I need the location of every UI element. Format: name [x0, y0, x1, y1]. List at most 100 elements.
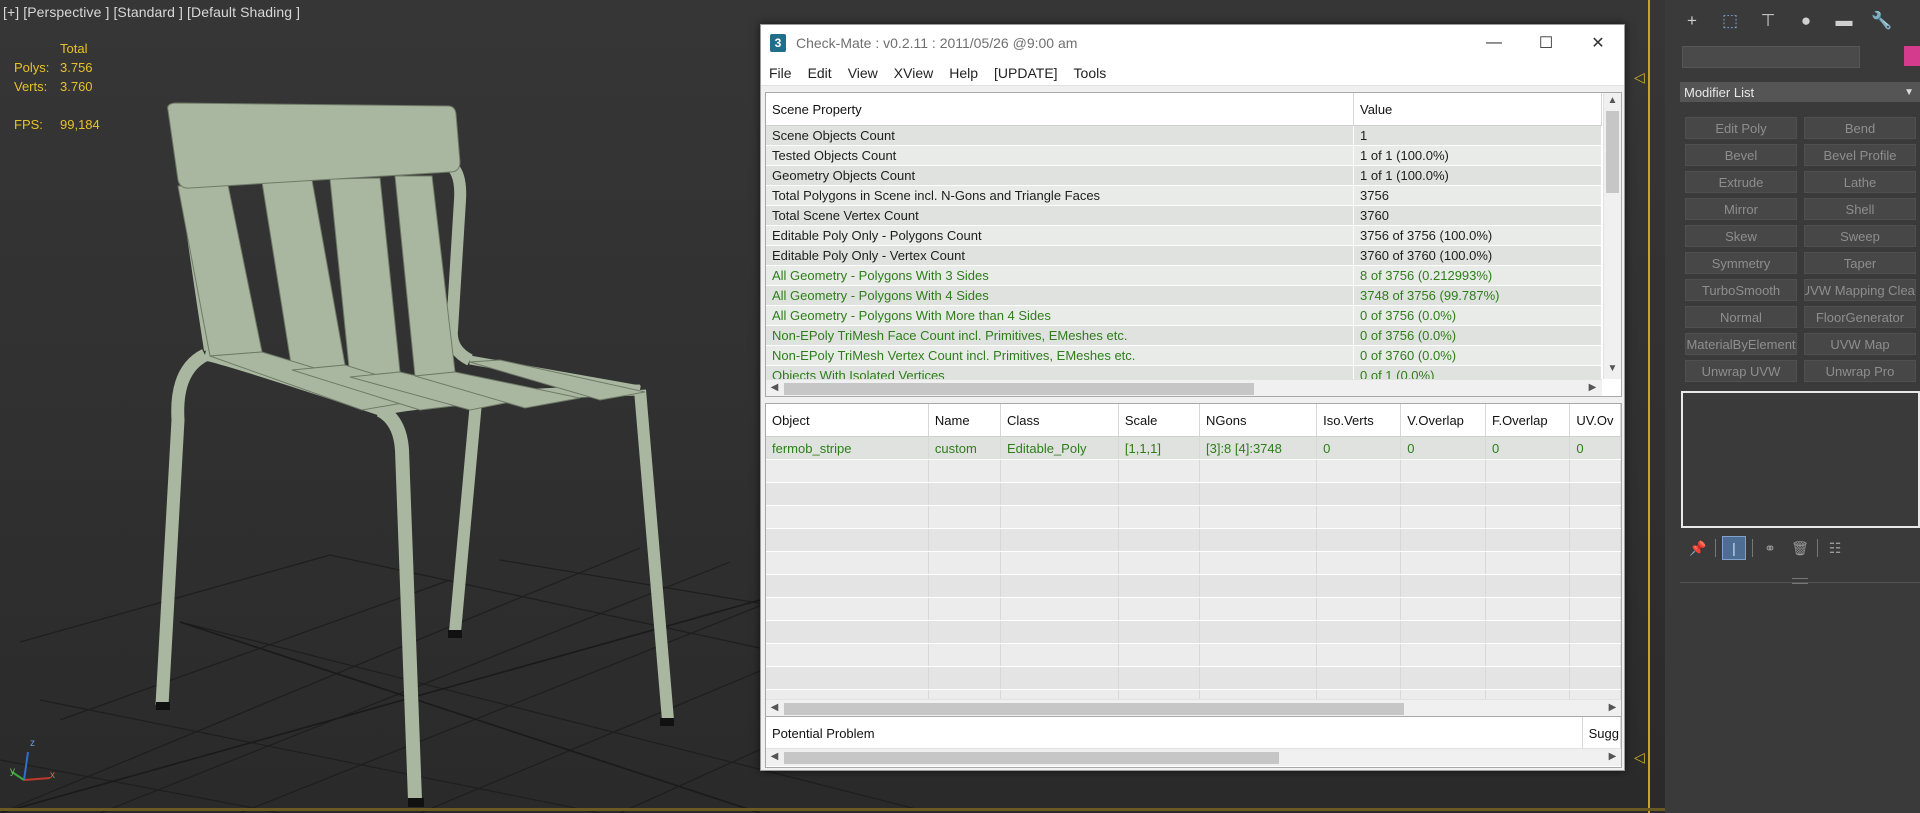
- remove-modifier-icon[interactable]: 🗑: [1785, 536, 1815, 560]
- property-row[interactable]: Editable Poly Only - Polygons Count 3756 …: [766, 225, 1602, 246]
- modifier-button-sweep[interactable]: Sweep: [1804, 225, 1916, 247]
- modifier-button-symmetry[interactable]: Symmetry: [1685, 252, 1797, 274]
- scroll-thumb[interactable]: [784, 752, 1279, 764]
- window-title-bar[interactable]: 3 Check-Mate : v0.2.11 : 2011/05/26 @9:0…: [761, 25, 1624, 61]
- close-button[interactable]: ✕: [1572, 25, 1624, 61]
- menu-tools[interactable]: Tools: [1074, 65, 1107, 81]
- modifier-button-floorgenerator[interactable]: FloorGenerator: [1804, 306, 1916, 328]
- pin-stack-icon[interactable]: 📌: [1683, 536, 1713, 560]
- checkmate-window[interactable]: 3 Check-Mate : v0.2.11 : 2011/05/26 @9:0…: [760, 24, 1625, 771]
- modifier-button-mirror[interactable]: Mirror: [1685, 198, 1797, 220]
- menu-file[interactable]: File: [769, 65, 792, 81]
- scroll-right-icon[interactable]: ▶: [1584, 382, 1601, 393]
- utilities-icon[interactable]: 🔧: [1863, 6, 1901, 36]
- column-header-property[interactable]: Scene Property: [766, 93, 1354, 126]
- modifier-button-lathe[interactable]: Lathe: [1804, 171, 1916, 193]
- configure-sets-icon[interactable]: ☷: [1820, 536, 1850, 560]
- column-header-ngons[interactable]: NGons: [1199, 404, 1318, 437]
- modifier-button-unwrap-pro[interactable]: Unwrap Pro: [1804, 360, 1916, 382]
- modifier-button-uvw-map[interactable]: UVW Map: [1804, 333, 1916, 355]
- property-row[interactable]: Editable Poly Only - Vertex Count 3760 of…: [766, 245, 1602, 266]
- column-header-value[interactable]: Value: [1353, 93, 1602, 126]
- minimize-button[interactable]: —: [1468, 25, 1520, 61]
- empty-cell: [1118, 459, 1200, 483]
- modifier-stack[interactable]: [1681, 391, 1920, 528]
- property-row[interactable]: Total Scene Vertex Count 3760: [766, 205, 1602, 226]
- modifier-button-materialbyelement[interactable]: MaterialByElement: [1685, 333, 1797, 355]
- scroll-right-icon[interactable]: ▶: [1604, 751, 1621, 762]
- modifier-button-turbosmooth[interactable]: TurboSmooth: [1685, 279, 1797, 301]
- scroll-thumb[interactable]: [784, 703, 1404, 715]
- property-row[interactable]: Tested Objects Count 1 of 1 (100.0%): [766, 145, 1602, 166]
- modifier-button-skew[interactable]: Skew: [1685, 225, 1797, 247]
- property-row[interactable]: Non-EPoly TriMesh Face Count incl. Primi…: [766, 325, 1602, 346]
- menu-update[interactable]: [UPDATE]: [994, 65, 1058, 81]
- modifier-button-uvw-mapping-clear[interactable]: UVW Mapping Clear: [1804, 279, 1916, 301]
- properties-vertical-scrollbar[interactable]: ▲ ▼: [1603, 93, 1621, 379]
- column-header-problem[interactable]: Potential Problem: [766, 717, 1583, 750]
- modifier-list-dropdown[interactable]: Modifier List ▼: [1680, 82, 1920, 102]
- objects-horizontal-scrollbar[interactable]: ◀ ▶: [766, 699, 1621, 717]
- modifier-button-normal[interactable]: Normal: [1685, 306, 1797, 328]
- column-header-scale[interactable]: Scale: [1118, 404, 1200, 437]
- property-row[interactable]: All Geometry - Polygons With More than 4…: [766, 305, 1602, 326]
- property-row[interactable]: Total Polygons in Scene incl. N-Gons and…: [766, 185, 1602, 206]
- scroll-left-icon[interactable]: ◀: [766, 751, 783, 762]
- column-header-iso-verts[interactable]: Iso.Verts: [1316, 404, 1402, 437]
- property-row[interactable]: Scene Objects Count 1: [766, 125, 1602, 146]
- scroll-thumb[interactable]: [1606, 111, 1619, 193]
- property-name: Editable Poly Only - Vertex Count: [766, 245, 1354, 266]
- problems-panel[interactable]: Potential Problem Sugg ◀ ▶: [765, 716, 1622, 768]
- empty-cell: [928, 643, 1001, 667]
- property-row[interactable]: All Geometry - Polygons With 3 Sides 8 of…: [766, 265, 1602, 286]
- object-color-swatch[interactable]: [1904, 46, 1920, 66]
- maximize-button[interactable]: ☐: [1520, 25, 1572, 61]
- object-row[interactable]: fermob_stripe custom Editable_Poly [1,1,1][…: [766, 436, 1621, 460]
- scroll-left-icon[interactable]: ◀: [766, 382, 783, 393]
- modifier-button-unwrap-uvw[interactable]: Unwrap UVW: [1685, 360, 1797, 382]
- menu-xview[interactable]: XView: [894, 65, 933, 81]
- modify-icon[interactable]: ⬚: [1711, 6, 1749, 36]
- scroll-right-icon[interactable]: ▶: [1604, 702, 1621, 713]
- objects-panel[interactable]: Object Name Class Scale NGons Iso.Verts V.Over…: [765, 403, 1622, 719]
- modifier-button-bevel[interactable]: Bevel: [1685, 144, 1797, 166]
- object-name-field[interactable]: [1682, 46, 1860, 68]
- column-header-v-overlap[interactable]: V.Overlap: [1400, 404, 1486, 437]
- properties-horizontal-scrollbar[interactable]: ◀ ▶: [766, 379, 1602, 396]
- column-header-suggestion[interactable]: Sugg: [1582, 717, 1621, 750]
- column-header-uv-ov[interactable]: UV.Ov: [1569, 404, 1621, 437]
- column-header-object[interactable]: Object: [766, 404, 929, 437]
- show-end-result-icon[interactable]: |: [1722, 536, 1746, 560]
- scroll-down-icon[interactable]: ▼: [1604, 363, 1621, 374]
- scroll-up-icon[interactable]: ▲: [1604, 95, 1621, 106]
- modifier-button-edit-poly[interactable]: Edit Poly: [1685, 117, 1797, 139]
- modifier-button-shell[interactable]: Shell: [1804, 198, 1916, 220]
- column-header-f-overlap[interactable]: F.Overlap: [1485, 404, 1571, 437]
- display-icon[interactable]: ▬: [1825, 6, 1863, 36]
- property-row[interactable]: Non-EPoly TriMesh Vertex Count incl. Pri…: [766, 345, 1602, 366]
- modifier-button-bevel-profile[interactable]: Bevel Profile: [1804, 144, 1916, 166]
- scroll-left-icon[interactable]: ◀: [766, 702, 783, 713]
- viewport-label[interactable]: [+] [Perspective ] [Standard ] [Default …: [3, 4, 300, 20]
- scene-properties-panel[interactable]: Scene Property Value Scene Objects Count…: [765, 92, 1622, 397]
- create-icon[interactable]: +: [1673, 6, 1711, 36]
- property-value: 8 of 3756 (0.212993%): [1353, 265, 1602, 286]
- empty-row: [766, 505, 1621, 529]
- column-header-class[interactable]: Class: [1000, 404, 1119, 437]
- menu-edit[interactable]: Edit: [808, 65, 832, 81]
- scroll-thumb[interactable]: [784, 383, 1254, 395]
- problems-horizontal-scrollbar[interactable]: ◀ ▶: [766, 748, 1621, 766]
- make-unique-icon[interactable]: ⚭: [1755, 536, 1785, 560]
- modifier-button-bend[interactable]: Bend: [1804, 117, 1916, 139]
- empty-cell: [1485, 597, 1571, 621]
- resize-grip[interactable]: [1792, 578, 1808, 584]
- menu-help[interactable]: Help: [949, 65, 978, 81]
- motion-icon[interactable]: ●: [1787, 6, 1825, 36]
- property-row[interactable]: Geometry Objects Count 1 of 1 (100.0%): [766, 165, 1602, 186]
- property-row[interactable]: All Geometry - Polygons With 4 Sides 3748…: [766, 285, 1602, 306]
- modifier-button-taper[interactable]: Taper: [1804, 252, 1916, 274]
- menu-view[interactable]: View: [848, 65, 878, 81]
- modifier-button-extrude[interactable]: Extrude: [1685, 171, 1797, 193]
- column-header-name[interactable]: Name: [928, 404, 1001, 437]
- hierarchy-icon[interactable]: ⊤: [1749, 6, 1787, 36]
